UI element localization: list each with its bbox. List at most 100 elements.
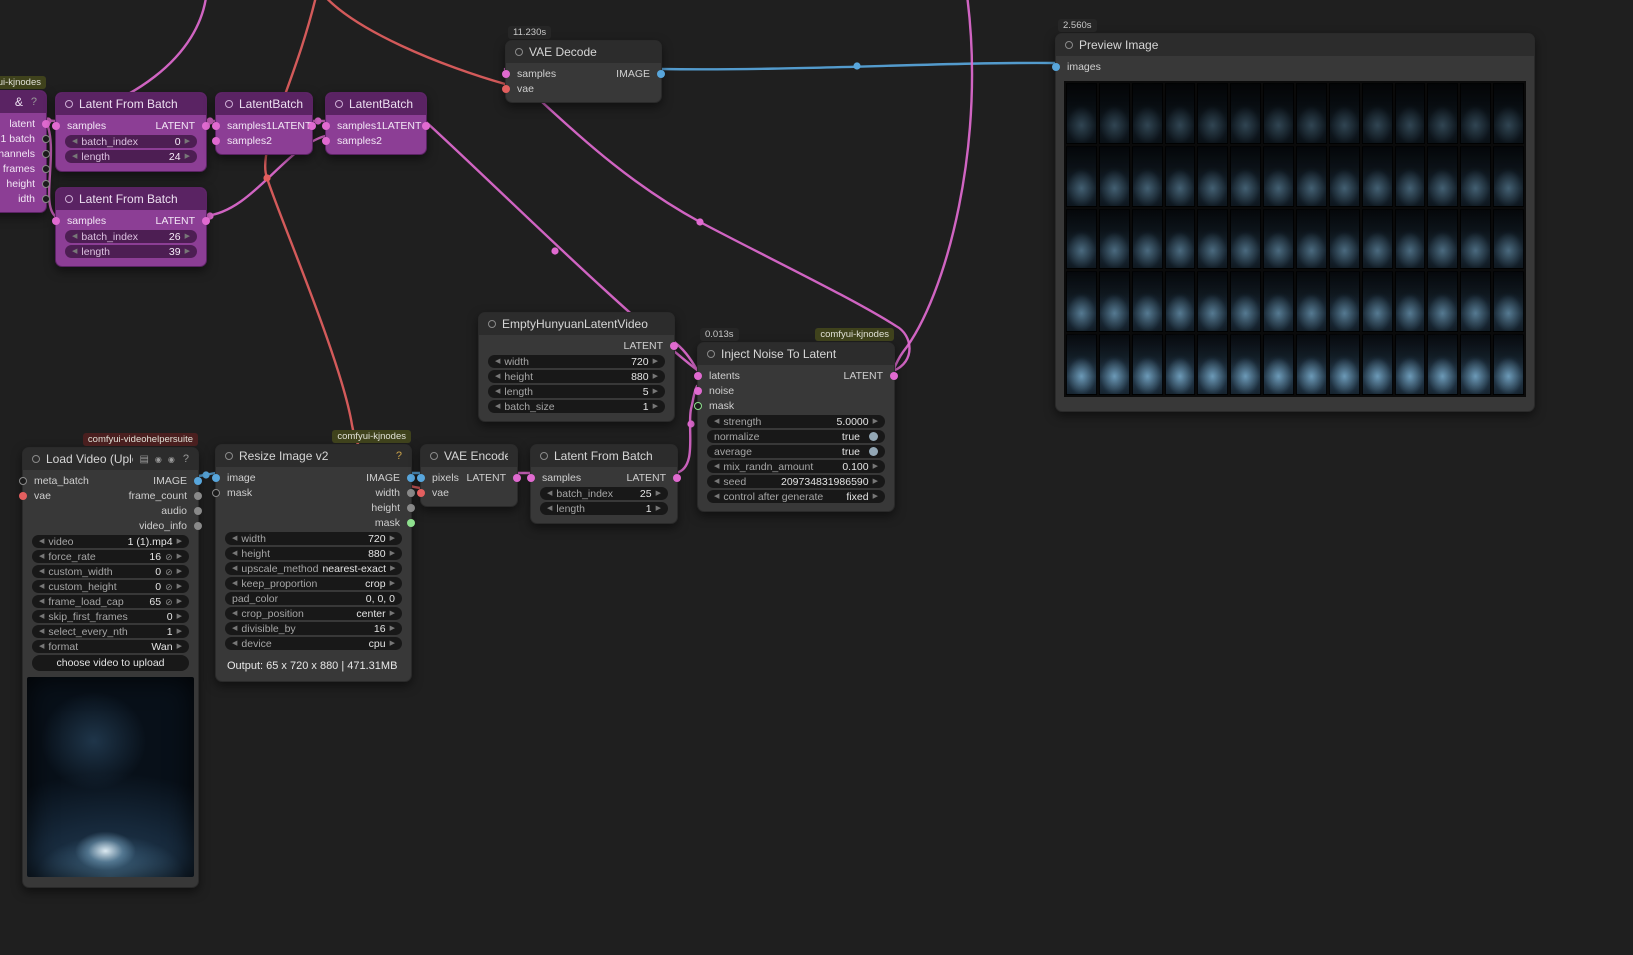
stepper-right-icon[interactable] (873, 493, 878, 500)
stepper-right-icon[interactable] (390, 565, 395, 572)
collapse-dot[interactable] (488, 320, 496, 328)
collapse-dot[interactable] (430, 452, 438, 460)
stepper-left-icon[interactable] (72, 153, 77, 160)
collapse-dot[interactable] (540, 452, 548, 460)
stepper-right-icon[interactable] (185, 233, 190, 240)
inject-noise-to-latent-node-average-widget[interactable]: average true (707, 445, 885, 458)
kjnodes-cut-node[interactable]: comfyui-kjnodes &? latent 1 batch hannels fra… (0, 76, 50, 213)
preview-image-node[interactable]: 2.560s Preview Image images (1052, 19, 1535, 412)
stepper-left-icon[interactable] (495, 373, 500, 380)
stepper-left-icon[interactable] (72, 248, 77, 255)
collapse-dot[interactable] (335, 100, 343, 108)
stepper-left-icon[interactable] (714, 493, 719, 500)
stepper-left-icon[interactable] (39, 613, 44, 620)
load-video-upload-node[interactable]: comfyui-videohelpersuite Load Video (Uplo… (19, 433, 202, 888)
kjnodes-cut-node-idth-out-dot[interactable] (42, 194, 50, 203)
stepper-right-icon[interactable] (185, 138, 190, 145)
node-titlebar[interactable]: Latent From Batch (531, 445, 677, 467)
node-titlebar[interactable]: Latent From Batch (56, 93, 206, 115)
stepper-left-icon[interactable] (714, 463, 719, 470)
stepper-left-icon[interactable] (495, 358, 500, 365)
stepper-left-icon[interactable] (495, 403, 500, 410)
latent-from-batch-2-length-widget[interactable]: length 39 (65, 245, 197, 258)
stepper-left-icon[interactable] (72, 138, 77, 145)
inject-noise-to-latent-node-mask-in-dot[interactable] (694, 401, 702, 410)
stepper-left-icon[interactable] (547, 490, 552, 497)
load-video-upload-node-audio-out-dot[interactable] (194, 506, 202, 515)
stepper-left-icon[interactable] (232, 625, 237, 632)
stepper-right-icon[interactable] (390, 625, 395, 632)
stepper-left-icon[interactable] (232, 610, 237, 617)
stepper-left-icon[interactable] (39, 643, 44, 650)
stepper-left-icon[interactable] (39, 598, 44, 605)
resize-image-v2-node-image-out-dot[interactable] (407, 473, 415, 482)
load-video-upload-node-custom-height-widget[interactable]: custom_height 0 (32, 580, 189, 593)
resize-image-v2-node-mask-in-dot[interactable] (212, 488, 220, 497)
resize-image-v2-node-divisible-by-widget[interactable]: divisible_by 16 (225, 622, 402, 635)
kjnodes-cut-node-height-out-dot[interactable] (42, 179, 50, 188)
load-video-upload-node-frame-load-cap-widget[interactable]: frame_load_cap 65 (32, 595, 189, 608)
stepper-left-icon[interactable] (39, 628, 44, 635)
stepper-right-icon[interactable] (177, 613, 182, 620)
load-video-upload-node-force-rate-widget[interactable]: force_rate 16 (32, 550, 189, 563)
load-video-upload-node-video-widget[interactable]: video 1 (1).mp4 (32, 535, 189, 548)
resize-image-v2-node-width-widget[interactable]: width 720 (225, 532, 402, 545)
stepper-left-icon[interactable] (232, 565, 237, 572)
stepper-right-icon[interactable] (656, 490, 661, 497)
stepper-right-icon[interactable] (185, 248, 190, 255)
help-icon[interactable]: ? (396, 450, 402, 462)
reroute-dot[interactable] (551, 247, 559, 255)
reroute-dot[interactable] (687, 420, 695, 428)
resize-image-v2-node-crop-position-widget[interactable]: crop_position center (225, 607, 402, 620)
load-video-upload-node-image-out-dot[interactable] (194, 476, 202, 485)
empty-hunyuan-latent-video-node[interactable]: EmptyHunyuanLatentVideo LATENT width 720 hei… (478, 312, 678, 422)
stepper-left-icon[interactable] (39, 538, 44, 545)
collapse-dot[interactable] (1065, 41, 1073, 49)
empty-hunyuan-latent-video-node-height-widget[interactable]: height 880 (488, 370, 665, 383)
preview-image-node-images-in-dot[interactable] (1052, 62, 1060, 71)
resize-image-v2-node-width-out-dot[interactable] (407, 488, 415, 497)
stepper-right-icon[interactable] (177, 553, 182, 560)
node-titlebar[interactable]: Preview Image (1056, 34, 1534, 56)
latent-batch-2[interactable]: LatentBatch samples1 LATENT samples2 (322, 92, 430, 155)
latent-from-batch-1[interactable]: Latent From Batch samples LATENT batch_inde… (52, 92, 210, 172)
stepper-left-icon[interactable] (232, 550, 237, 557)
stepper-left-icon[interactable] (39, 583, 44, 590)
resize-image-v2-node[interactable]: comfyui-kjnodes Resize Image v2? image IMAG… (212, 430, 415, 682)
stepper-right-icon[interactable] (873, 478, 878, 485)
latent-batch-1[interactable]: LatentBatch samples1 LATENT samples2 (212, 92, 316, 155)
vae-encode-node-vae-in-dot[interactable] (417, 488, 425, 497)
stepper-right-icon[interactable] (390, 640, 395, 647)
latent-from-batch-1-batch-index-widget[interactable]: batch_index 0 (65, 135, 197, 148)
stepper-left-icon[interactable] (714, 478, 719, 485)
load-video-upload-node-vae-in-dot[interactable] (19, 491, 27, 500)
resize-image-v2-node-device-widget[interactable]: device cpu (225, 637, 402, 650)
resize-image-v2-node-upscale-method-widget[interactable]: upscale_methodnearest-exact (225, 562, 402, 575)
toggle-knob[interactable] (869, 447, 878, 456)
help-icon[interactable]: ? (31, 96, 37, 108)
latent-from-batch-2-batch-index-widget[interactable]: batch_index 26 (65, 230, 197, 243)
latent-from-batch-1-length-widget[interactable]: length 24 (65, 150, 197, 163)
stepper-right-icon[interactable] (177, 628, 182, 635)
stepper-right-icon[interactable] (177, 538, 182, 545)
stepper-left-icon[interactable] (232, 640, 237, 647)
latent-from-batch-3-samples-in-dot[interactable] (527, 473, 535, 482)
node-titlebar[interactable]: VAE Decode (506, 41, 661, 63)
latent-from-batch-2-latent-out-dot[interactable] (202, 216, 210, 225)
collapse-dot[interactable] (707, 350, 715, 358)
reroute-dot[interactable] (263, 174, 271, 182)
resize-image-v2-node-height-widget[interactable]: height 880 (225, 547, 402, 560)
stepper-left-icon[interactable] (232, 580, 237, 587)
dot-icon[interactable] (155, 453, 162, 465)
inject-noise-to-latent-node-strength-widget[interactable]: strength 5.0000 (707, 415, 885, 428)
latent-from-batch-3[interactable]: Latent From Batch samples LATENT batch_inde… (527, 444, 681, 524)
latent-from-batch-1-latent-out-dot[interactable] (202, 121, 210, 130)
inject-noise-to-latent-node-control-after-generate-widget[interactable]: control after generate fixed (707, 490, 885, 503)
latent-from-batch-3-batch-index-widget[interactable]: batch_index 25 (540, 487, 668, 500)
stepper-right-icon[interactable] (390, 580, 395, 587)
resize-image-v2-node-pad-color-widget[interactable]: pad_color 0, 0, 0 (225, 592, 402, 605)
stepper-left-icon[interactable] (547, 505, 552, 512)
collapse-dot[interactable] (225, 452, 233, 460)
load-video-upload-node-skip-first-frames-widget[interactable]: skip_first_frames 0 (32, 610, 189, 623)
latent-batch-1-samples2-in-dot[interactable] (212, 136, 220, 145)
